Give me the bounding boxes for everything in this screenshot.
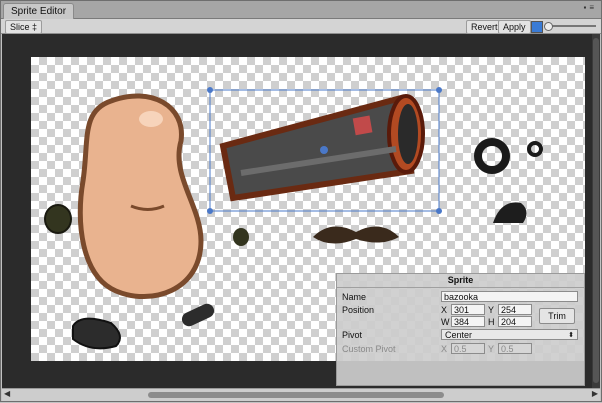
chevron-updown-icon: ⬍ [568, 332, 574, 339]
name-label: Name [342, 292, 367, 302]
small-ring-sprite[interactable] [527, 141, 543, 157]
small-olive-sprite[interactable] [233, 228, 249, 246]
name-field[interactable]: bazooka [441, 291, 578, 302]
pivot-label: Pivot [342, 330, 363, 340]
x-field[interactable]: 301 [451, 304, 485, 315]
x-label: X [441, 305, 448, 315]
panel-title: Sprite [337, 274, 584, 288]
scroll-right-icon[interactable]: ▶ [592, 389, 598, 398]
scroll-left-icon[interactable]: ◀ [4, 389, 10, 398]
selection-handle-br[interactable] [436, 208, 442, 214]
selection-handle-tr[interactable] [436, 87, 442, 93]
pivot-dropdown[interactable]: Center ⬍ [441, 329, 578, 340]
custom-y-label: Y [488, 344, 495, 354]
hat-sprite[interactable] [493, 202, 527, 223]
y-field[interactable]: 254 [498, 304, 532, 315]
sprite-editor-window: Sprite Editor ▪≡ Slice ‡ Revert Apply Sp… [0, 0, 602, 402]
selection-handle-tl[interactable] [207, 87, 213, 93]
ring-sprite[interactable] [474, 138, 510, 174]
position-label: Position [342, 305, 375, 315]
custom-pivot-label: Custom Pivot [342, 344, 396, 354]
custom-y-field: 0.5 [498, 343, 532, 354]
h-label: H [488, 317, 495, 327]
horizontal-scrollbar[interactable]: ◀ ▶ [2, 388, 600, 401]
pivot-handle[interactable] [320, 146, 328, 154]
h-field[interactable]: 204 [498, 316, 532, 327]
olive-sprite[interactable] [44, 204, 72, 234]
trim-button[interactable]: Trim [539, 308, 575, 324]
bean-sprite[interactable] [77, 93, 204, 300]
moustache-sprite[interactable] [313, 226, 399, 244]
w-field[interactable]: 384 [451, 316, 485, 327]
w-label: W [441, 317, 450, 327]
custom-x-label: X [441, 344, 448, 354]
custom-x-field: 0.5 [451, 343, 485, 354]
bean-highlight [139, 111, 163, 127]
small-capsule-sprite[interactable] [180, 301, 217, 328]
sprite-properties-panel: Sprite Name bazooka Position X 301 Y 254… [336, 273, 585, 386]
horizontal-scroll-thumb[interactable] [148, 392, 444, 398]
y-label: Y [488, 305, 495, 315]
selection-handle-bl[interactable] [207, 208, 213, 214]
capsule-sprite[interactable] [72, 317, 121, 350]
pivot-value: Center [445, 330, 473, 340]
